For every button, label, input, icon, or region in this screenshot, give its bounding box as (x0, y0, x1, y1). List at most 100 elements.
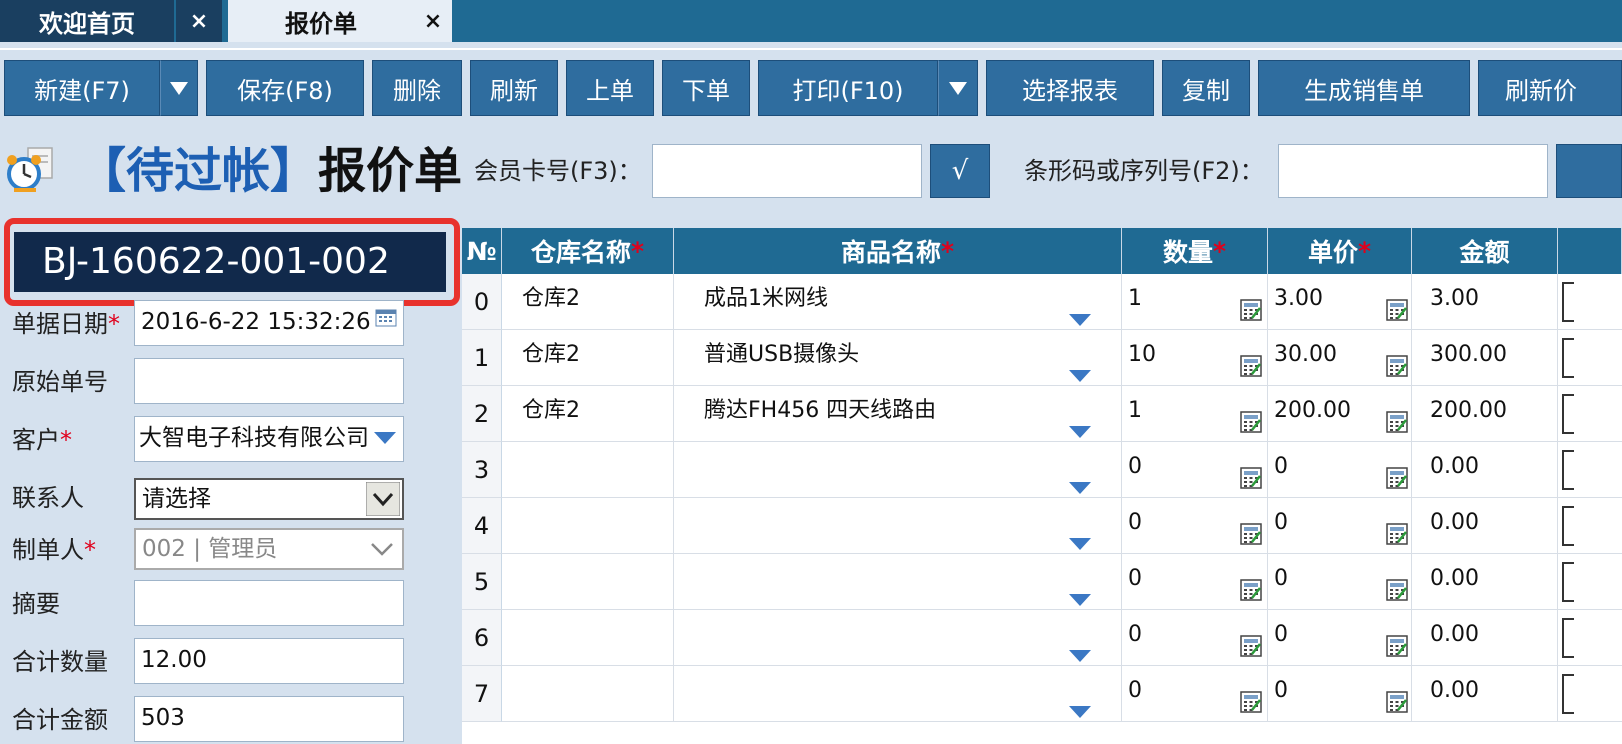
calculator-icon[interactable] (1240, 570, 1262, 601)
row-action-box[interactable] (1562, 562, 1574, 602)
member-card-input[interactable] (652, 144, 922, 198)
price-cell[interactable]: 30.00 (1268, 330, 1412, 386)
price-cell[interactable]: 0 (1268, 498, 1412, 554)
barcode-confirm-button[interactable] (1556, 144, 1622, 198)
column-header-price[interactable]: 单价 * (1268, 228, 1412, 274)
warehouse-cell[interactable]: 仓库2 (502, 330, 674, 386)
row-action-box[interactable] (1562, 394, 1574, 434)
quantity-cell[interactable]: 1 (1122, 274, 1268, 330)
delete-button[interactable]: 删除 (372, 60, 462, 116)
calculator-icon[interactable] (1240, 402, 1262, 433)
calculator-icon[interactable] (1386, 402, 1408, 433)
quantity-cell[interactable]: 1 (1122, 386, 1268, 442)
product-dropdown-icon[interactable] (1068, 464, 1092, 494)
product-cell[interactable]: 成品1米网线 (674, 274, 1122, 330)
product-cell[interactable]: 腾达FH456 四天线路由 (674, 386, 1122, 442)
calculator-icon[interactable] (1240, 514, 1262, 545)
column-header-warehouse[interactable]: 仓库名称 * (502, 228, 674, 274)
quantity-cell[interactable]: 0 (1122, 666, 1268, 722)
price-cell[interactable]: 0 (1268, 554, 1412, 610)
row-action-box[interactable] (1562, 674, 1574, 714)
product-dropdown-icon[interactable] (1068, 520, 1092, 550)
chevron-down-icon[interactable] (373, 431, 397, 445)
calculator-icon[interactable] (1240, 682, 1262, 713)
row-action-box[interactable] (1562, 618, 1574, 658)
date-field[interactable]: 2016-6-22 15:32:26 (134, 300, 404, 346)
extra-cell[interactable] (1558, 442, 1622, 498)
extra-cell[interactable] (1558, 498, 1622, 554)
calculator-icon[interactable] (1386, 458, 1408, 489)
warehouse-cell[interactable] (502, 442, 674, 498)
product-cell[interactable] (674, 554, 1122, 610)
quantity-cell[interactable]: 0 (1122, 442, 1268, 498)
product-dropdown-icon[interactable] (1068, 408, 1092, 438)
price-cell[interactable]: 0 (1268, 442, 1412, 498)
product-cell[interactable] (674, 442, 1122, 498)
extra-cell[interactable] (1558, 666, 1622, 722)
warehouse-cell[interactable]: 仓库2 (502, 274, 674, 330)
quantity-cell[interactable]: 10 (1122, 330, 1268, 386)
calculator-icon[interactable] (1386, 682, 1408, 713)
product-dropdown-icon[interactable] (1068, 352, 1092, 382)
summary-input[interactable] (134, 580, 404, 626)
extra-cell[interactable] (1558, 554, 1622, 610)
calculator-icon[interactable] (1386, 346, 1408, 377)
quantity-cell[interactable]: 0 (1122, 610, 1268, 666)
original-number-input[interactable] (134, 358, 404, 404)
calculator-icon[interactable] (1240, 626, 1262, 657)
quantity-cell[interactable]: 0 (1122, 554, 1268, 610)
price-cell[interactable]: 0 (1268, 610, 1412, 666)
column-header-quantity[interactable]: 数量 * (1122, 228, 1268, 274)
print-dropdown-button[interactable] (938, 60, 978, 116)
calculator-icon[interactable] (1386, 290, 1408, 321)
column-header-amount[interactable]: 金额 (1412, 228, 1558, 274)
column-header-product[interactable]: 商品名称 * (674, 228, 1122, 274)
product-dropdown-icon[interactable] (1068, 576, 1092, 606)
next-document-button[interactable]: 下单 (662, 60, 750, 116)
product-cell[interactable] (674, 666, 1122, 722)
warehouse-cell[interactable] (502, 554, 674, 610)
product-dropdown-icon[interactable] (1068, 296, 1092, 326)
price-cell[interactable]: 0 (1268, 666, 1412, 722)
tab-home[interactable]: 欢迎首页 (0, 0, 174, 42)
extra-cell[interactable] (1558, 386, 1622, 442)
calculator-icon[interactable] (1240, 346, 1262, 377)
tab-quotation[interactable]: 报价单 (228, 0, 414, 42)
calculator-icon[interactable] (1240, 290, 1262, 321)
calculator-icon[interactable] (1240, 458, 1262, 489)
price-cell[interactable]: 3.00 (1268, 274, 1412, 330)
tab-home-close-icon[interactable]: × (176, 0, 222, 42)
warehouse-cell[interactable] (502, 666, 674, 722)
row-action-box[interactable] (1562, 338, 1574, 378)
product-dropdown-icon[interactable] (1068, 688, 1092, 718)
product-cell[interactable] (674, 498, 1122, 554)
chevron-down-icon[interactable] (366, 482, 400, 516)
extra-cell[interactable] (1558, 610, 1622, 666)
barcode-input[interactable] (1278, 144, 1548, 198)
previous-document-button[interactable]: 上单 (566, 60, 654, 116)
product-cell[interactable] (674, 610, 1122, 666)
price-cell[interactable]: 200.00 (1268, 386, 1412, 442)
contact-select[interactable]: 请选择 (134, 478, 404, 520)
warehouse-cell[interactable]: 仓库2 (502, 386, 674, 442)
quantity-cell[interactable]: 0 (1122, 498, 1268, 554)
refresh-price-button[interactable]: 刷新价 (1478, 60, 1622, 116)
warehouse-cell[interactable] (502, 498, 674, 554)
member-card-check-button[interactable]: √ (930, 144, 990, 198)
select-report-button[interactable]: 选择报表 (986, 60, 1154, 116)
customer-field[interactable]: 大智电子科技有限公司 (134, 416, 404, 462)
warehouse-cell[interactable] (502, 610, 674, 666)
row-action-box[interactable] (1562, 506, 1574, 546)
calculator-icon[interactable] (1386, 626, 1408, 657)
refresh-button[interactable]: 刷新 (470, 60, 558, 116)
calculator-icon[interactable] (1386, 570, 1408, 601)
row-action-box[interactable] (1562, 282, 1574, 322)
generate-sales-order-button[interactable]: 生成销售单 (1258, 60, 1470, 116)
calculator-icon[interactable] (1386, 514, 1408, 545)
calendar-icon[interactable] (375, 307, 397, 327)
product-cell[interactable]: 普通USB摄像头 (674, 330, 1122, 386)
tab-quotation-close-icon[interactable]: × (414, 0, 452, 42)
extra-cell[interactable] (1558, 274, 1622, 330)
new-dropdown-button[interactable] (160, 60, 198, 116)
save-button[interactable]: 保存(F8) (206, 60, 364, 116)
